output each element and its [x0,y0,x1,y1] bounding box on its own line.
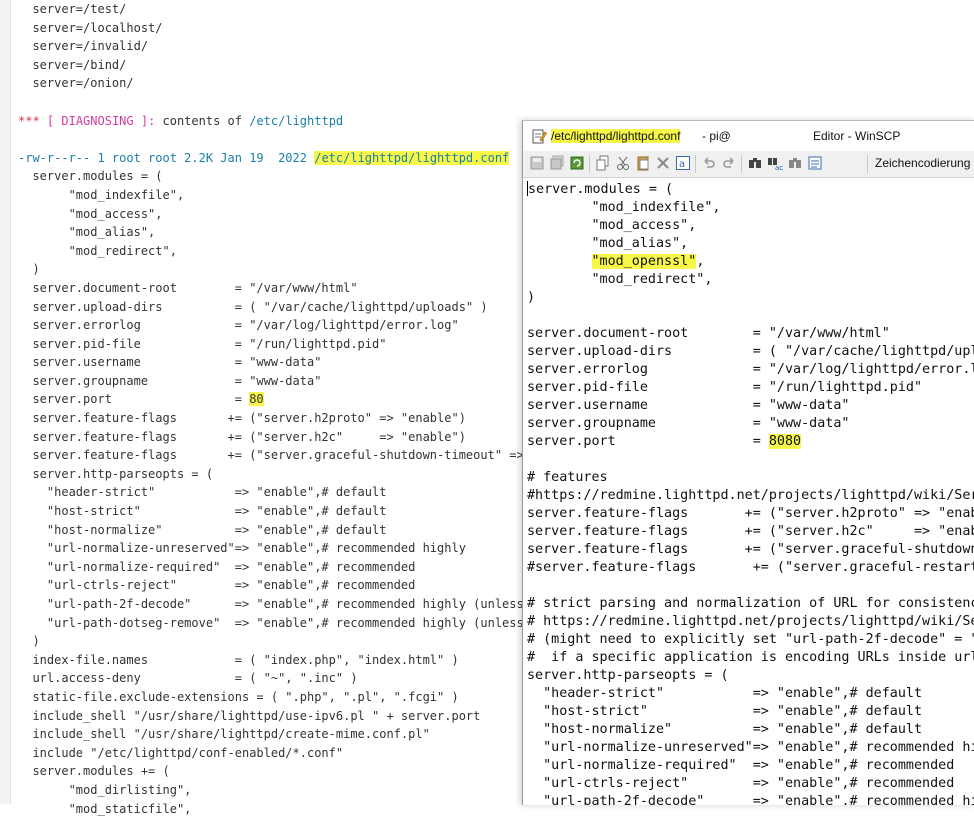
editor-line: server.errorlog = "/var/log/lighttpd/err… [527,362,974,377]
reload-icon[interactable] [569,155,585,171]
delete-icon[interactable] [655,155,671,171]
editor-line: server.document-root = "/var/www/html" [527,326,890,341]
diag-label: [ DIAGNOSING ]: [46,113,156,128]
editor-line: "url-ctrls-reject" => "enable",# recomme… [527,776,955,791]
editor-line: server.modules = ( [527,181,974,199]
editor-line-text: server.modules = ( [528,182,674,197]
ls-path-highlight: /etc/lighttpd/lighttpd.conf [314,150,510,165]
openssl-comma: , [696,254,705,269]
svg-text:a: a [679,159,685,170]
editor-port-line: server.port = 8080 [527,433,974,451]
replace-icon[interactable]: ac [767,155,783,171]
editor-host: - pi@ [702,129,731,143]
editor-line: "mod_alias", [527,236,689,251]
redo-icon[interactable] [721,155,737,171]
editor-file-path: /etc/lighttpd/lighttpd.conf [551,129,681,143]
find-icon[interactable] [747,155,763,171]
openssl-highlight: "mod_openssl" [591,254,697,269]
editor-port-highlight: 8080 [768,434,802,449]
editor-line: "mod_indexfile", [527,200,721,215]
save-all-icon[interactable] [549,155,565,171]
select-all-icon[interactable]: a [675,155,691,171]
editor-line: server.upload-dirs = ( "/var/cache/light… [527,344,974,359]
editor-line: #https://redmine.lighttpd.net/projects/l… [527,488,974,503]
editor-line: server.feature-flags += ("server.h2proto… [527,506,974,521]
terminal-line: server=/onion/ [18,76,134,91]
editor-line: server.groupname = "www-data" [527,416,850,431]
terminal-line: server=/bind/ [18,57,127,72]
editor-line: server.feature-flags += ("server.h2c" =>… [527,524,974,539]
editor-line: server.feature-flags += ("server.gracefu… [527,542,974,557]
openssl-indent [527,254,592,269]
terminal-line: server=/invalid/ [18,39,149,54]
svg-text:ac: ac [775,164,783,171]
editor-titlebar[interactable]: /etc/lighttpd/lighttpd.conf - pi@ Editor… [523,121,974,151]
editor-lines: server.modules = ( "mod_indexfile", "mod… [527,181,974,805]
editor-line: # if a specific application is encoding … [527,650,974,665]
terminal-gutter [0,0,11,804]
editor-openssl-line: "mod_openssl", [527,253,974,271]
editor-line: "url-normalize-unreserved"=> "enable",# … [527,740,974,755]
editor-port-prefix: server.port = [527,434,769,449]
editor-line: #server.feature-flags += ("server.gracef… [527,560,974,575]
cut-icon[interactable] [615,155,631,171]
editor-app-title: Editor - WinSCP [813,129,901,143]
encoding-menu[interactable]: Zeichencodierung [875,156,970,170]
copy-icon[interactable] [595,155,611,171]
undo-icon[interactable] [701,155,717,171]
find-next-icon[interactable] [787,155,803,171]
editor-line: "mod_access", [527,218,697,233]
editor-line: # strict parsing and normalization of UR… [527,596,974,611]
goto-line-icon[interactable] [807,155,823,171]
port-prefix: server.port = [18,392,250,407]
port-value-highlight: 80 [249,392,264,407]
editor-line: # https://redmine.lighttpd.net/projects/… [527,614,974,629]
terminal-line: server=/test/ [18,2,127,16]
editor-line: "host-strict" => "enable",# default [527,704,923,719]
document-edit-icon [532,129,547,144]
editor-line: "mod_redirect", [527,272,713,287]
editor-line: # features [527,470,608,485]
paste-icon[interactable] [635,155,651,171]
diag-path: /etc/lighttpd [249,113,344,128]
editor-line: server.username = "www-data" [527,398,850,413]
editor-line: "host-normalize" => "enable",# default [527,722,923,737]
editor-line: "url-normalize-required" => "enable",# r… [527,758,955,773]
editor-line: server.http-parseopts = ( [527,668,729,683]
terminal-line: server=/localhost/ [18,20,163,35]
editor-line: ) [527,290,536,305]
save-icon[interactable] [529,155,545,171]
editor-toolbar: a ac Zeichencodierung [523,151,974,178]
diag-stars: *** [18,113,40,128]
editor-text-area[interactable]: server.modules = ( "mod_indexfile", "mod… [523,179,974,805]
editor-line: "url-path-2f-decode" => "enable",# recom… [543,794,974,805]
editor-line: server.pid-file = "/run/lighttpd.pid" [527,380,923,395]
ls-prefix: -rw-r--r-- 1 root root 2.2K Jan 19 2022 [18,150,315,165]
editor-line: "header-strict" => "enable",# default [527,686,923,701]
editor-line: # (might need to explicitly set "url-pat… [527,632,974,647]
winscp-editor-window[interactable]: /etc/lighttpd/lighttpd.conf - pi@ Editor… [522,120,974,805]
diag-text: contents of [155,113,250,128]
